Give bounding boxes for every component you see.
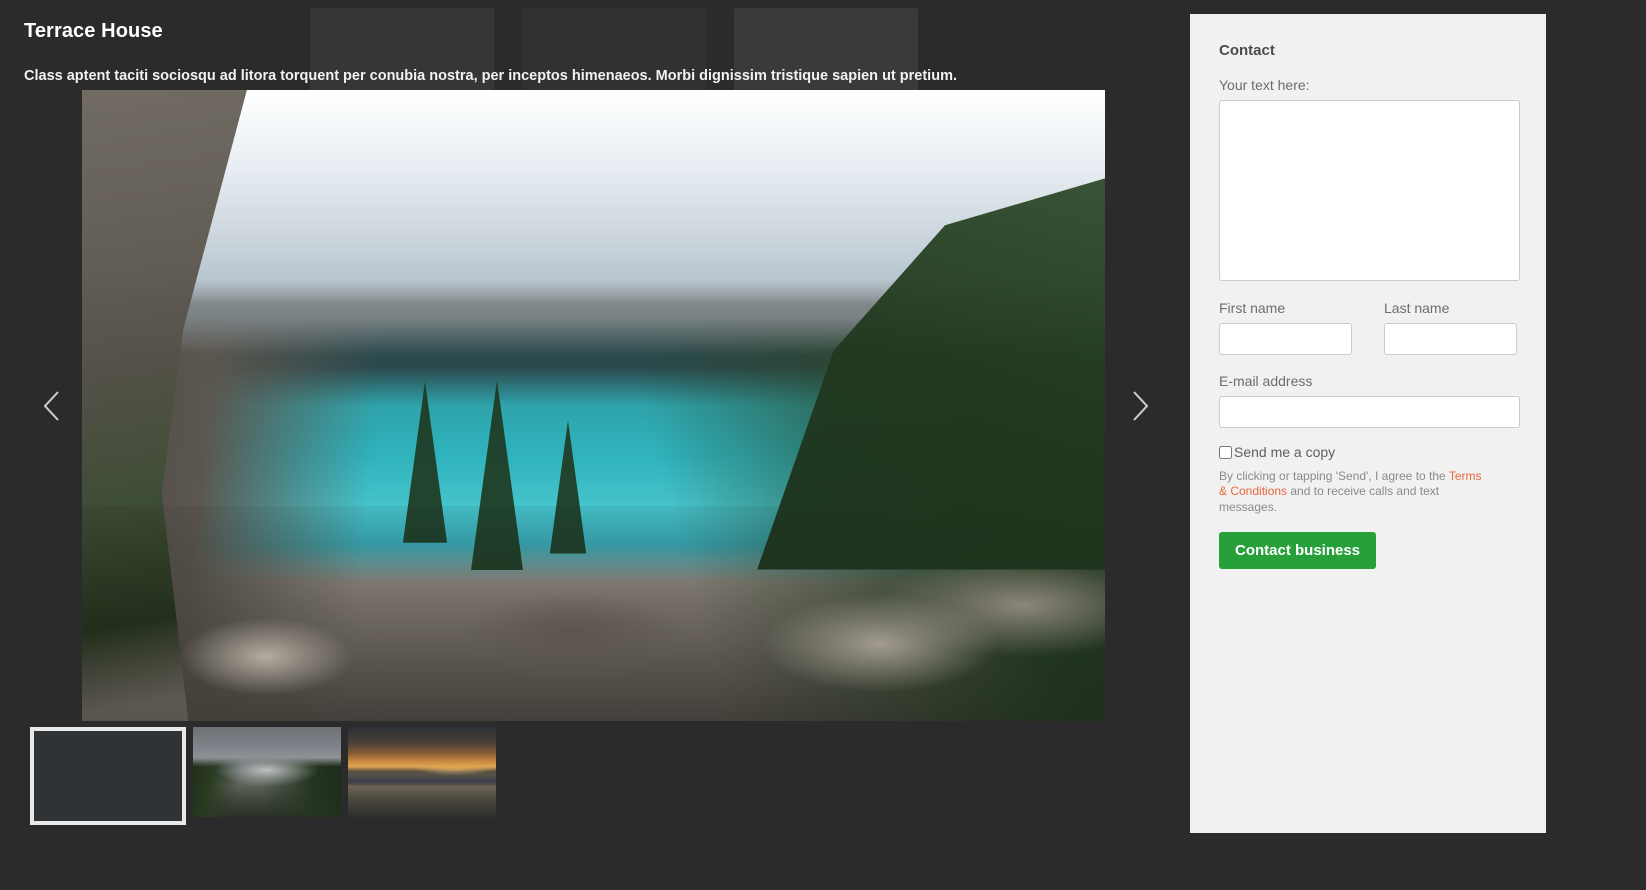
contact-panel: Contact Your text here: First name Last …: [1190, 14, 1546, 833]
first-name-input[interactable]: [1219, 323, 1352, 355]
contact-panel-title: Contact: [1219, 42, 1275, 59]
last-name-input[interactable]: [1384, 323, 1517, 355]
email-label: E-mail address: [1219, 373, 1313, 389]
foreground-rocks: [82, 506, 1105, 721]
send-copy-row: Send me a copy: [1219, 444, 1517, 460]
message-textarea[interactable]: [1219, 100, 1520, 281]
terms-disclaimer: By clicking or tapping 'Send', I agree t…: [1219, 460, 1483, 515]
thumbnail-image-sunset: [348, 727, 496, 817]
last-name-label: Last name: [1384, 300, 1450, 316]
carousel-thumbnail-1[interactable]: [193, 727, 341, 817]
carousel-thumbnail-2[interactable]: [348, 727, 496, 817]
name-fields-row: First name Last name: [1219, 281, 1517, 355]
carousel-thumbnail-0[interactable]: [30, 727, 186, 825]
send-copy-checkbox[interactable]: [1219, 445, 1232, 459]
message-label: Your text here:: [1219, 77, 1310, 93]
page-description: Class aptent taciti sociosqu ad litora t…: [24, 68, 957, 84]
carousel-thumbnail-strip: [30, 727, 496, 825]
last-name-group: Last name: [1384, 281, 1517, 355]
slide-image-lake: [82, 90, 1105, 721]
thumbnail-image-fog: [193, 727, 341, 817]
contact-business-button[interactable]: Contact business: [1219, 532, 1377, 570]
image-carousel: [24, 90, 1164, 722]
email-input[interactable]: [1219, 396, 1520, 428]
disclaimer-text-before: By clicking or tapping 'Send', I agree t…: [1219, 469, 1449, 483]
send-copy-label: Send me a copy: [1234, 444, 1336, 460]
carousel-prev-button[interactable]: [30, 384, 74, 428]
page-title: Terrace House: [24, 20, 163, 42]
carousel-active-slide[interactable]: [82, 90, 1105, 721]
chevron-left-icon: [41, 389, 63, 423]
first-name-label: First name: [1219, 300, 1286, 316]
chevron-right-icon: [1129, 389, 1151, 423]
first-name-group: First name: [1219, 281, 1352, 355]
carousel-next-button[interactable]: [1118, 384, 1162, 428]
page-root: Terrace House Class aptent taciti socios…: [0, 0, 1646, 890]
thumbnail-image-lake: [34, 731, 182, 821]
